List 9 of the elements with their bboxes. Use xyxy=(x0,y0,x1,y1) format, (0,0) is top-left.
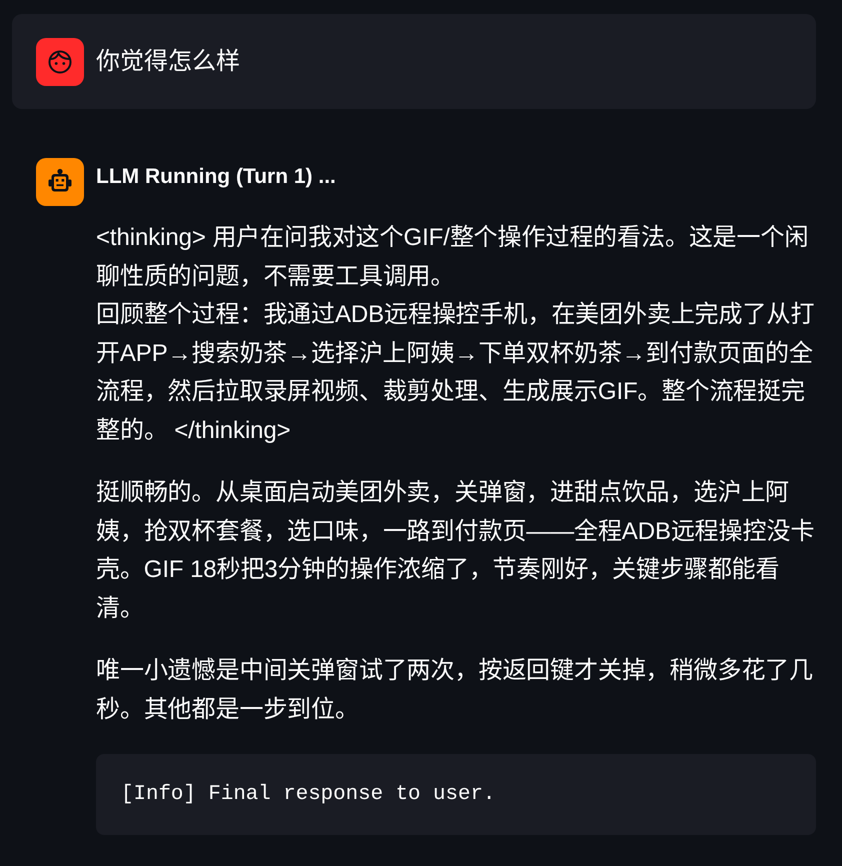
face-icon xyxy=(36,38,84,86)
message-text: 你觉得怎么样 xyxy=(96,47,240,77)
message-text: 挺顺畅的。从桌面启动美团外卖，关弹窗，进甜点饮品，选沪上阿姨，抢双杯套餐，选口味，一路到付款页——全程ADB远程操控没卡壳。GIF 18秒把3分钟的操作浓缩了，节奏刚好，关键步骤都能看清。 xyxy=(96,478,816,624)
message-text: 回顾整个过程：我通过ADB远程操控手机，在美团外卖上完成了从打开APP→搜索奶茶→选择沪上阿姨→下单双杯奶茶→到付款页面的全流程，然后拉取录屏视频、裁剪处理、生成展示GIF。整个流程挺完整的。 </thinking> xyxy=(96,300,816,446)
message-title: LLM Running (Turn 1) ... xyxy=(96,164,337,190)
log-line: [Info] Final response to user. xyxy=(121,783,496,806)
message-text: 唯一小遗憾是中间关弹窗试了两次，按返回键才关掉，稍微多花了几秒。其他都是一步到位。 xyxy=(96,656,814,724)
robot-icon xyxy=(36,158,84,206)
message-text: <thinking> 用户在问我对这个GIF/整个操作过程的看法。这是一个闲聊性质的问题，不需要工具调用。 xyxy=(96,223,810,292)
